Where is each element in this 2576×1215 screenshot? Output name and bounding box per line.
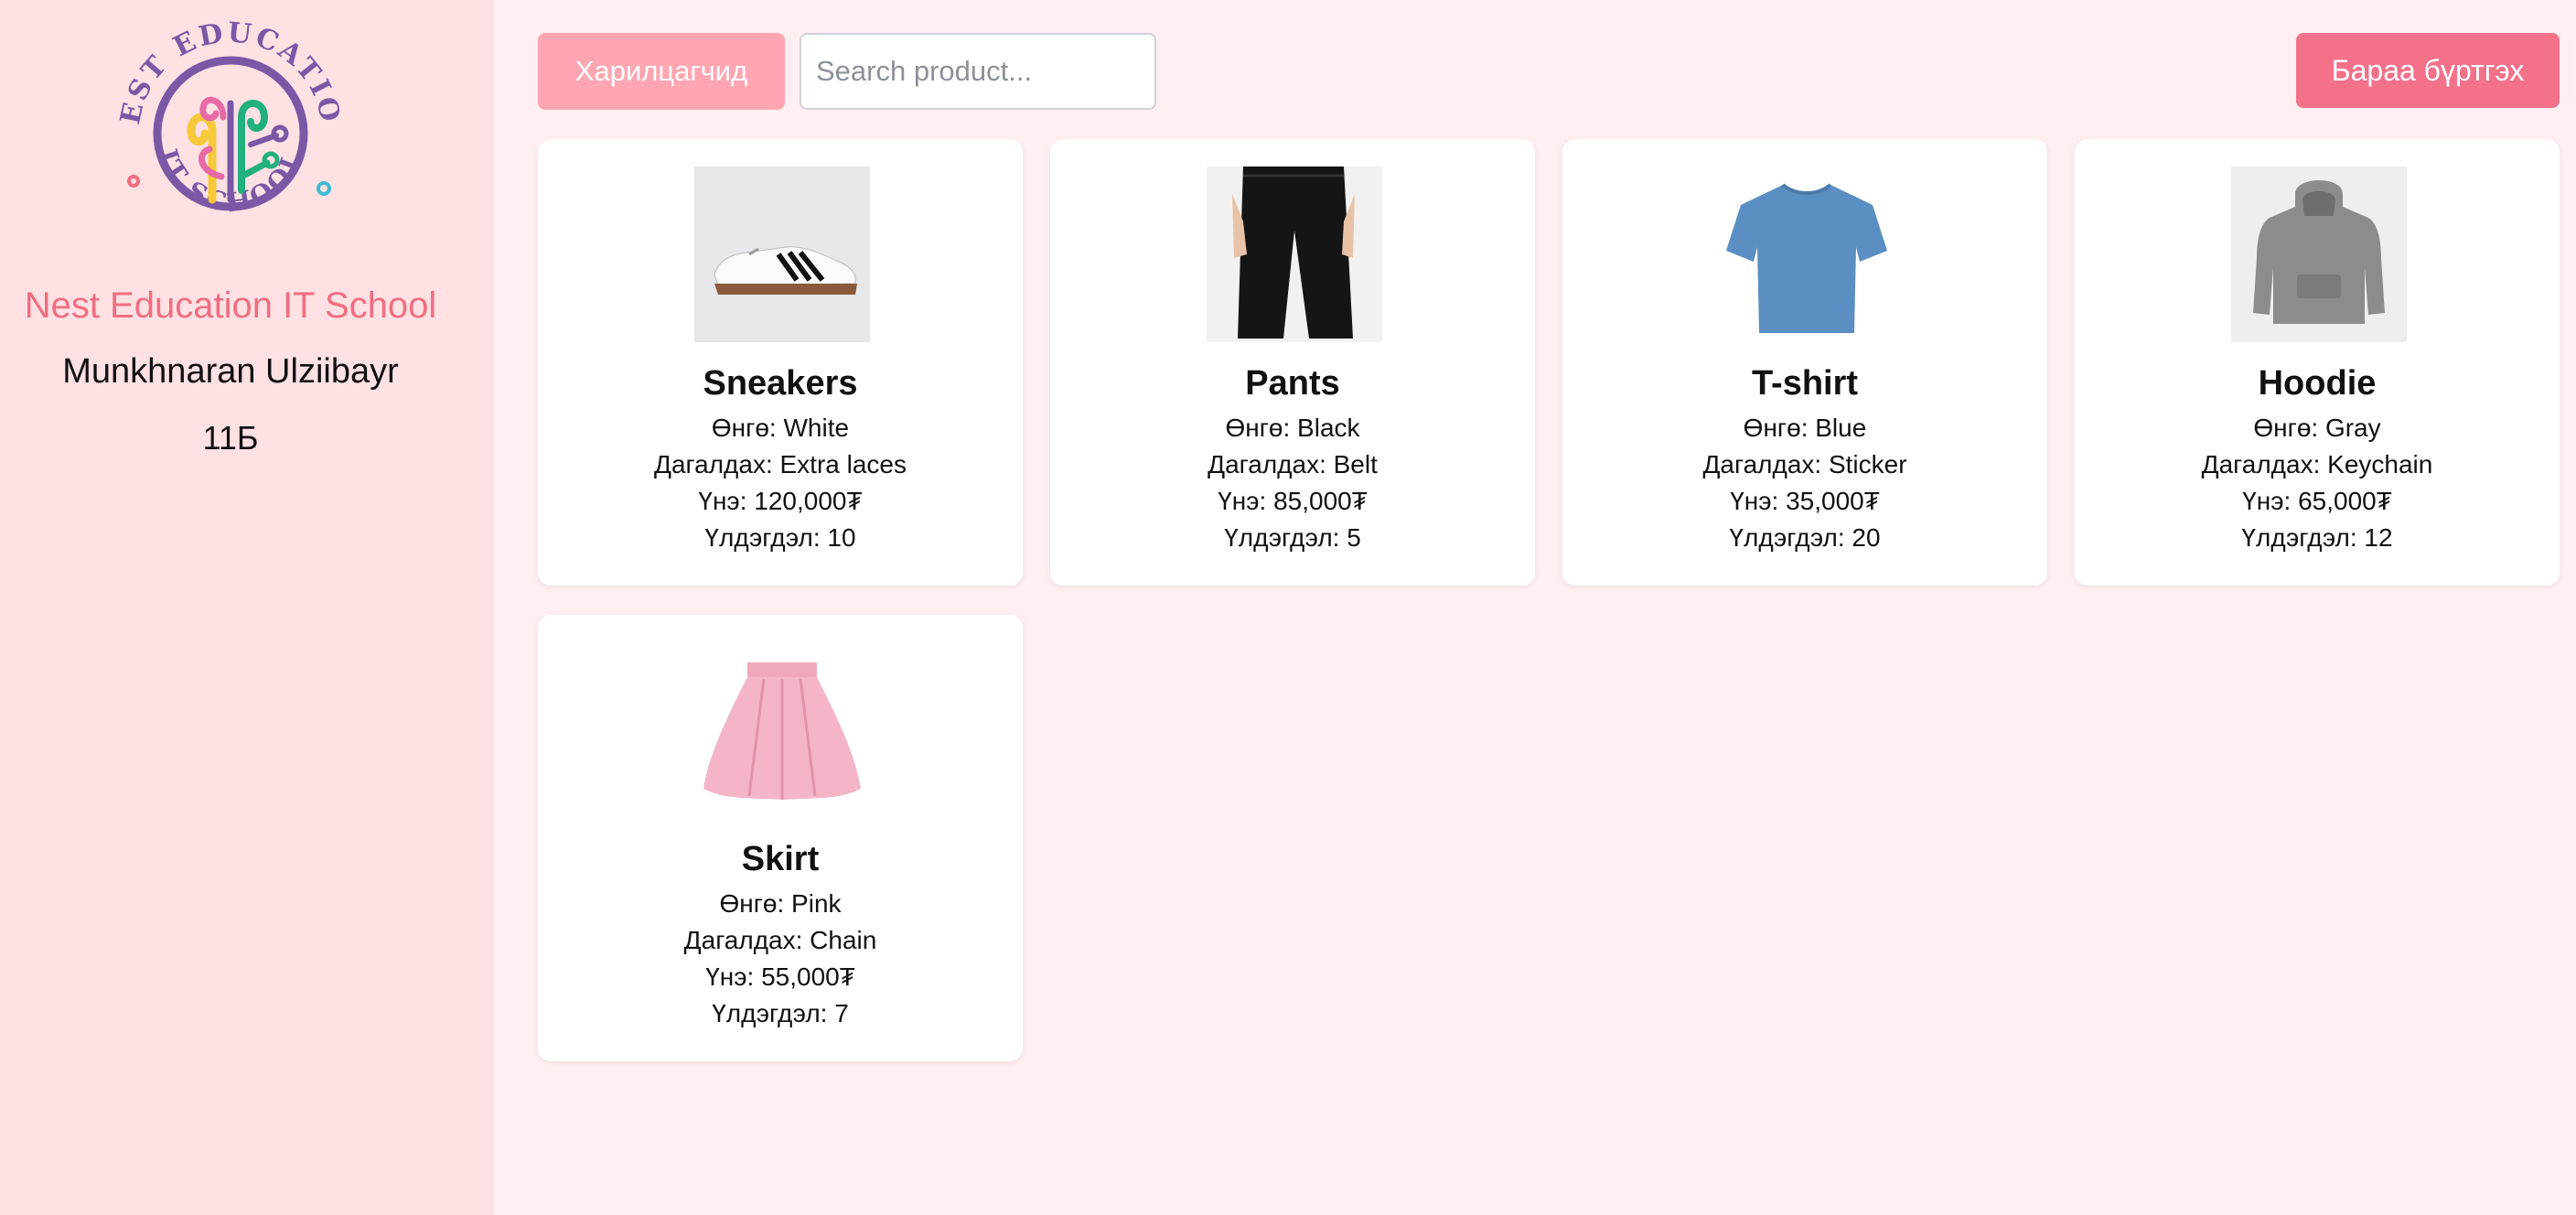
search-input[interactable] bbox=[800, 33, 1156, 110]
product-price: Үнэ: 85,000₮ bbox=[1218, 487, 1368, 515]
product-name: Hoodie bbox=[2258, 364, 2377, 403]
pants-image-icon bbox=[1207, 167, 1382, 342]
product-stock: Үлдэгдэл: 5 bbox=[1224, 523, 1361, 552]
product-card: T-shirt Өнгө: Blue Дагалдах: Sticker Үнэ… bbox=[1562, 139, 2047, 586]
product-accessory: Дагалдах: Sticker bbox=[1702, 450, 1907, 478]
product-name: Skirt bbox=[741, 840, 820, 878]
product-accessory: Дагалдах: Belt bbox=[1208, 450, 1378, 478]
sidebar: NEST EDUCATION IT SCHOOL Nest Education … bbox=[0, 0, 494, 1215]
product-color: Өнгө: Gray bbox=[2253, 414, 2381, 442]
nest-education-logo-icon: NEST EDUCATION IT SCHOOL bbox=[113, 16, 344, 219]
main-content: Харилцагчид Бараа бүртгэх Sneakers Өнгө:… bbox=[494, 0, 2576, 1215]
sneakers-image-icon bbox=[694, 167, 870, 342]
student-name: Munkhnaran Ulziibayr bbox=[62, 352, 399, 391]
product-accessory: Дагалдах: Chain bbox=[683, 926, 877, 954]
product-price: Үнэ: 35,000₮ bbox=[1730, 487, 1880, 515]
product-name: T-shirt bbox=[1751, 364, 1859, 403]
product-accessory: Дагалдах: Keychain bbox=[2201, 450, 2433, 478]
product-color: Өнгө: White bbox=[711, 414, 850, 442]
school-name: Nest Education IT School bbox=[24, 285, 437, 326]
product-price: Үнэ: 120,000₮ bbox=[698, 487, 863, 515]
product-card: Skirt Өнгө: Pink Дагалдах: Chain Үнэ: 55… bbox=[538, 615, 1023, 1061]
product-price: Үнэ: 65,000₮ bbox=[2242, 487, 2392, 515]
product-stock: Үлдэгдэл: 12 bbox=[2241, 523, 2393, 552]
product-stock: Үлдэгдэл: 10 bbox=[704, 523, 856, 552]
product-accessory: Дагалдах: Extra laces bbox=[653, 450, 907, 478]
tshirt-image-icon bbox=[1719, 167, 1894, 342]
customers-button[interactable]: Харилцагчид bbox=[538, 33, 785, 110]
product-color: Өнгө: Black bbox=[1225, 414, 1360, 442]
product-color: Өнгө: Pink bbox=[719, 889, 842, 918]
product-stock: Үлдэгдэл: 20 bbox=[1729, 523, 1881, 552]
add-product-button[interactable]: Бараа бүртгэх bbox=[2296, 33, 2560, 108]
student-class: 11Б bbox=[202, 419, 259, 457]
product-name: Sneakers bbox=[703, 364, 858, 403]
product-price: Үнэ: 55,000₮ bbox=[705, 962, 855, 991]
product-color: Өнгө: Blue bbox=[1743, 414, 1867, 442]
product-card: Pants Өнгө: Black Дагалдах: Belt Үнэ: 85… bbox=[1050, 139, 1535, 586]
product-name: Pants bbox=[1245, 364, 1340, 403]
hoodie-image-icon bbox=[2231, 167, 2407, 342]
product-card: Sneakers Өнгө: White Дагалдах: Extra lac… bbox=[538, 139, 1023, 586]
product-stock: Үлдэгдэл: 7 bbox=[712, 999, 849, 1027]
product-card: Hoodie Өнгө: Gray Дагалдах: Keychain Үнэ… bbox=[2075, 139, 2560, 586]
skirt-image-icon bbox=[694, 642, 870, 818]
